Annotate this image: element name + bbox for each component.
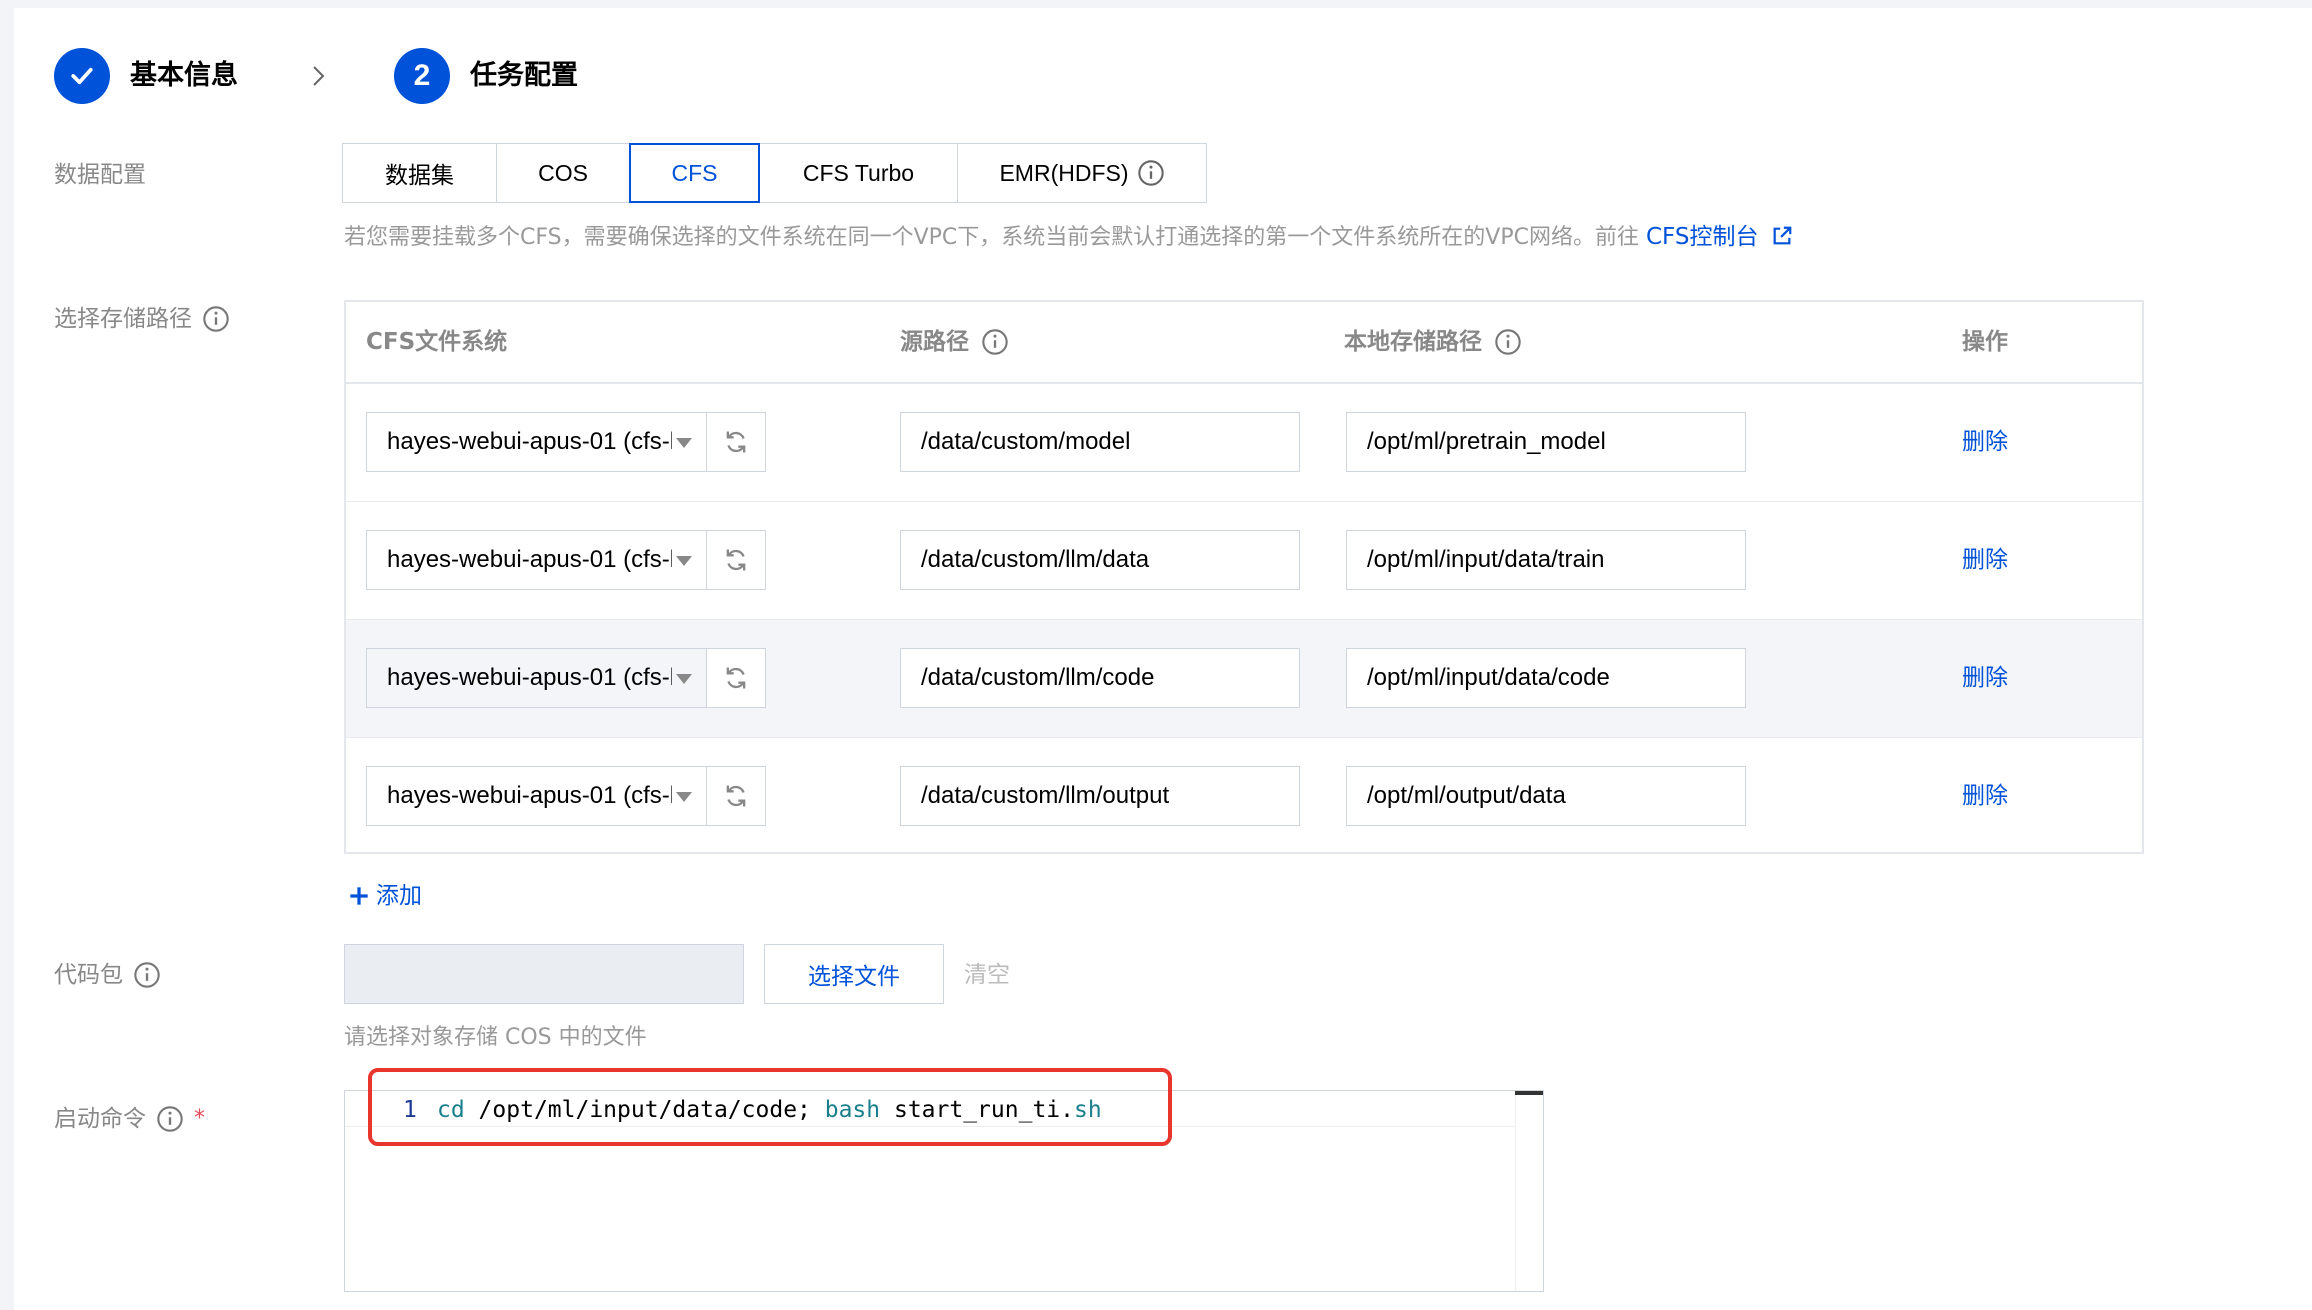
delete-link[interactable]: 删除 (1962, 660, 2008, 696)
local-path-input[interactable]: /opt/ml/input/data/code (1346, 648, 1746, 708)
header-local: 本地存储路径 (1344, 324, 1522, 360)
table-row: hayes-webui-apus-01 (cfs-lbi /data/custo… (346, 738, 2142, 856)
delete-link[interactable]: 删除 (1962, 424, 2008, 460)
plus-icon (350, 887, 368, 905)
delete-link[interactable]: 删除 (1962, 542, 2008, 578)
cfs-hint: 若您需要挂载多个CFS，需要确保选择的文件系统在同一个VPC下，系统当前会默认打… (344, 220, 1793, 255)
caret-down-icon (676, 792, 692, 802)
clear-button[interactable]: 清空 (964, 958, 1010, 992)
step-2-number: 2 (394, 48, 450, 104)
refresh-icon (726, 549, 746, 571)
info-icon[interactable] (156, 1105, 184, 1133)
delete-link[interactable]: 删除 (1962, 778, 2008, 814)
cfs-select[interactable]: hayes-webui-apus-01 (cfs-lbi (366, 766, 766, 826)
table-row: hayes-webui-apus-01 (cfs-lbi /data/custo… (346, 620, 2142, 738)
step-1-check-icon (54, 48, 110, 104)
caret-down-icon (676, 674, 692, 684)
editor-scrollbar[interactable] (1515, 1091, 1543, 1291)
start-command-label: 启动命令 * (54, 1102, 205, 1136)
refresh-button[interactable] (707, 531, 765, 589)
header-source: 源路径 (900, 324, 1009, 360)
header-fs: CFS文件系统 (366, 329, 508, 355)
cfs-select[interactable]: hayes-webui-apus-01 (cfs-lbi (366, 412, 766, 472)
tab-dataset[interactable]: 数据集 (342, 143, 497, 203)
step-1-label: 基本信息 (130, 60, 238, 91)
add-path-button[interactable]: 添加 (346, 878, 422, 914)
code-package-hint: 请选择对象存储 COS 中的文件 (344, 1025, 647, 1050)
data-source-tabs: 数据集 COS CFS CFS Turbo EMR(HDFS) (342, 143, 1207, 203)
caret-down-icon (676, 438, 692, 448)
external-link-icon[interactable] (1771, 225, 1793, 247)
local-path-input[interactable]: /opt/ml/input/data/train (1346, 530, 1746, 590)
info-icon[interactable] (202, 305, 230, 333)
local-path-input[interactable]: /opt/ml/pretrain_model (1346, 412, 1746, 472)
info-icon[interactable] (1137, 159, 1165, 187)
source-path-input[interactable]: /data/custom/model (900, 412, 1300, 472)
annotation-highlight-box (368, 1068, 1172, 1146)
storage-table: CFS文件系统 源路径 本地存储路径 操作 hayes-webui-apus-0… (344, 300, 2144, 854)
source-path-input[interactable]: /data/custom/llm/output (900, 766, 1300, 826)
tab-cfs-turbo[interactable]: CFS Turbo (759, 143, 958, 203)
cfs-console-link[interactable]: CFS控制台 (1646, 224, 1758, 250)
code-package-label: 代码包 (54, 958, 161, 992)
code-package-input[interactable] (344, 944, 744, 1004)
info-icon[interactable] (1494, 328, 1522, 356)
choose-file-button[interactable]: 选择文件 (764, 944, 944, 1004)
source-path-input[interactable]: /data/custom/llm/data (900, 530, 1300, 590)
table-row: hayes-webui-apus-01 (cfs-lbi /data/custo… (346, 502, 2142, 620)
info-icon[interactable] (981, 328, 1009, 356)
refresh-button[interactable] (707, 767, 765, 825)
refresh-button[interactable] (707, 413, 765, 471)
tab-cfs[interactable]: CFS (629, 143, 760, 203)
step-2-label: 任务配置 (470, 60, 578, 91)
refresh-icon (726, 785, 746, 807)
local-path-input[interactable]: /opt/ml/output/data (1346, 766, 1746, 826)
left-divider (0, 0, 14, 1310)
tab-emr-hdfs[interactable]: EMR(HDFS) (957, 143, 1207, 203)
info-icon[interactable] (133, 961, 161, 989)
refresh-icon (726, 431, 746, 453)
tab-cos[interactable]: COS (496, 143, 630, 203)
refresh-button[interactable] (707, 649, 765, 707)
top-divider (0, 0, 2312, 8)
data-config-label: 数据配置 (54, 162, 146, 188)
source-path-input[interactable]: /data/custom/llm/code (900, 648, 1300, 708)
chevron-right-icon (313, 66, 325, 86)
header-action: 操作 (1962, 329, 2008, 355)
table-header: CFS文件系统 源路径 本地存储路径 操作 (346, 302, 2142, 384)
caret-down-icon (676, 556, 692, 566)
cfs-select[interactable]: hayes-webui-apus-01 (cfs-lbi (366, 530, 766, 590)
storage-path-label: 选择存储路径 (54, 302, 230, 336)
cfs-select[interactable]: hayes-webui-apus-01 (cfs-lbi (366, 648, 766, 708)
refresh-icon (726, 667, 746, 689)
required-mark: * (194, 1106, 205, 1131)
table-row: hayes-webui-apus-01 (cfs-lbi /data/custo… (346, 384, 2142, 502)
